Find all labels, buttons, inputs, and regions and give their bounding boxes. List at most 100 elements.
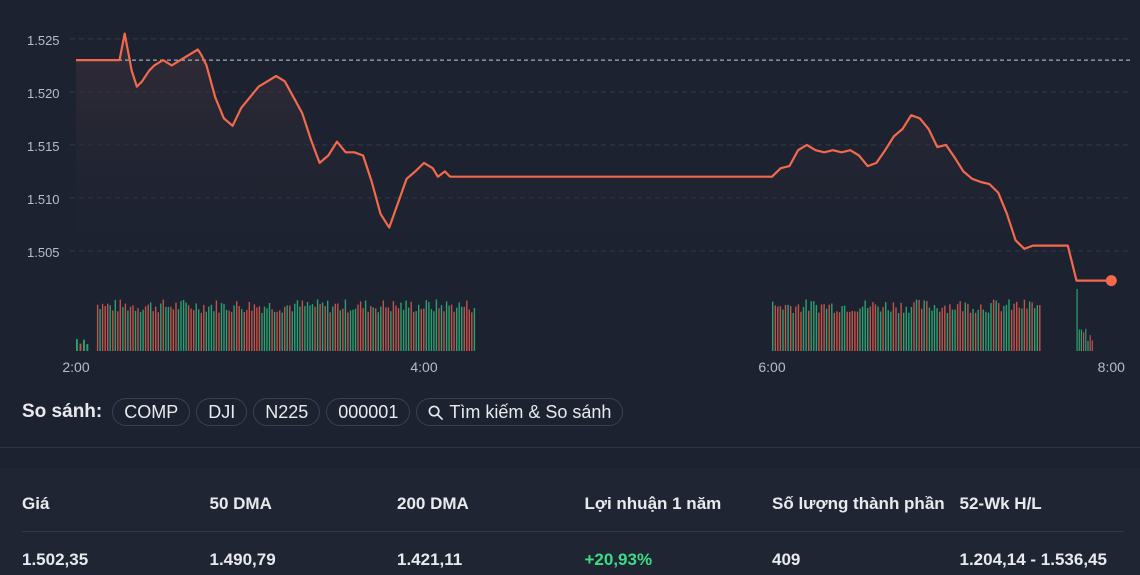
volume-bar — [1016, 301, 1018, 351]
volume-bar — [854, 311, 856, 351]
volume-bar — [977, 309, 979, 351]
volume-bar — [846, 311, 848, 351]
volume-bar — [949, 304, 951, 351]
volume-bar — [433, 311, 435, 351]
volume-bar — [230, 311, 233, 351]
volume-bar — [820, 304, 823, 351]
volume-bar — [172, 309, 175, 351]
intraday-price-chart[interactable]: 1.525 1.520 1.515 1.510 1.505 2:00 4:00 6:00 8:… — [0, 0, 1140, 385]
volume-bar — [413, 311, 415, 351]
volume-bar — [931, 310, 933, 351]
volume-bar — [203, 304, 205, 351]
volume-bar — [843, 305, 846, 351]
volume-bar — [299, 306, 301, 351]
volume-bar — [903, 312, 905, 351]
volume-bar — [359, 301, 362, 351]
volume-bar — [316, 299, 319, 351]
volume-bar — [238, 306, 240, 351]
volume-bar — [291, 311, 293, 351]
stats-panel: Giá 50 DMA 200 DMA Lợi nhuận 1 năm Số lư… — [0, 468, 1140, 575]
stat-header-200dma: 200 DMA — [397, 494, 469, 513]
volume-bar — [895, 307, 897, 351]
volume-bar — [1003, 305, 1005, 351]
volume-bar — [99, 309, 101, 351]
volume-bar — [362, 308, 364, 351]
volume-bar — [913, 302, 915, 351]
volume-bar — [972, 308, 974, 351]
volume-bar — [956, 304, 959, 351]
volume-bar — [967, 303, 969, 351]
volume-bar — [795, 306, 797, 351]
volume-bar — [142, 309, 144, 351]
section-divider — [0, 447, 1140, 448]
volume-bar — [392, 301, 395, 351]
volume-bar — [213, 311, 215, 351]
volume-bar — [892, 302, 895, 351]
volume-bar — [200, 312, 202, 351]
volume-bar — [415, 311, 417, 351]
volume-bar — [107, 303, 109, 351]
search-compare-button[interactable]: Tìm kiếm & So sánh — [416, 398, 624, 426]
volume-bar — [877, 306, 879, 351]
volume-bar — [387, 307, 390, 351]
volume-bar — [177, 309, 180, 351]
volume-bar — [456, 307, 458, 351]
volume-bar — [137, 308, 139, 351]
volume-bar — [152, 311, 154, 351]
volume-bar — [910, 307, 913, 351]
volume-bar — [109, 305, 111, 351]
volume-bar — [468, 309, 470, 351]
volume-bar — [782, 309, 784, 351]
volume-bar — [86, 344, 89, 351]
volume-bar — [304, 306, 306, 351]
compare-chip-dji[interactable]: DJI — [196, 398, 248, 426]
volume-bar — [420, 309, 422, 351]
volume-bar — [458, 302, 460, 351]
volume-bar — [256, 307, 258, 351]
volume-bar — [777, 306, 779, 351]
volume-bar — [1026, 308, 1028, 351]
volume-bar — [813, 301, 815, 351]
volume-bar — [119, 299, 121, 351]
volume-bar — [461, 306, 463, 351]
volume-bar — [969, 312, 972, 351]
volume-bar — [1089, 335, 1091, 351]
volume-bar — [808, 310, 810, 351]
compare-chip-comp[interactable]: COMP — [112, 398, 191, 426]
volume-bar — [253, 304, 256, 351]
volume-bar — [122, 307, 124, 351]
y-tick-label: 1.520 — [27, 86, 60, 101]
volume-bar — [998, 303, 1000, 351]
volume-bar — [918, 300, 920, 351]
volume-bar — [1031, 302, 1033, 351]
volume-bar — [329, 312, 331, 351]
volume-bar — [117, 311, 119, 351]
volume-bar — [921, 308, 923, 351]
volume-bar — [792, 313, 794, 351]
volume-bar — [273, 311, 276, 351]
volume-bar — [959, 301, 961, 351]
volume-bar — [233, 305, 235, 351]
stat-value-50dma: 1.490,79 — [209, 550, 276, 569]
volume-bar — [936, 308, 938, 351]
volume-bar — [364, 300, 367, 351]
compare-chip-000001[interactable]: 000001 — [326, 398, 411, 426]
volume-bar — [453, 311, 455, 351]
volume-bar — [382, 300, 384, 351]
volume-bar — [428, 301, 430, 351]
volume-bar — [284, 306, 286, 351]
volume-bar — [327, 300, 329, 351]
volume-bar — [243, 312, 245, 351]
volume-bar — [150, 302, 152, 351]
volume-bar — [339, 310, 341, 351]
volume-bar — [175, 302, 177, 351]
stat-value-1y-return: +20,93% — [584, 550, 653, 569]
volume-bar — [347, 312, 349, 351]
volume-bar — [279, 310, 281, 351]
volume-bar — [823, 304, 825, 351]
volume-bar — [271, 309, 273, 351]
compare-chip-n225[interactable]: N225 — [253, 398, 321, 426]
volume-bar — [1078, 329, 1080, 351]
volume-bar — [425, 300, 427, 351]
volume-bar — [225, 309, 228, 351]
